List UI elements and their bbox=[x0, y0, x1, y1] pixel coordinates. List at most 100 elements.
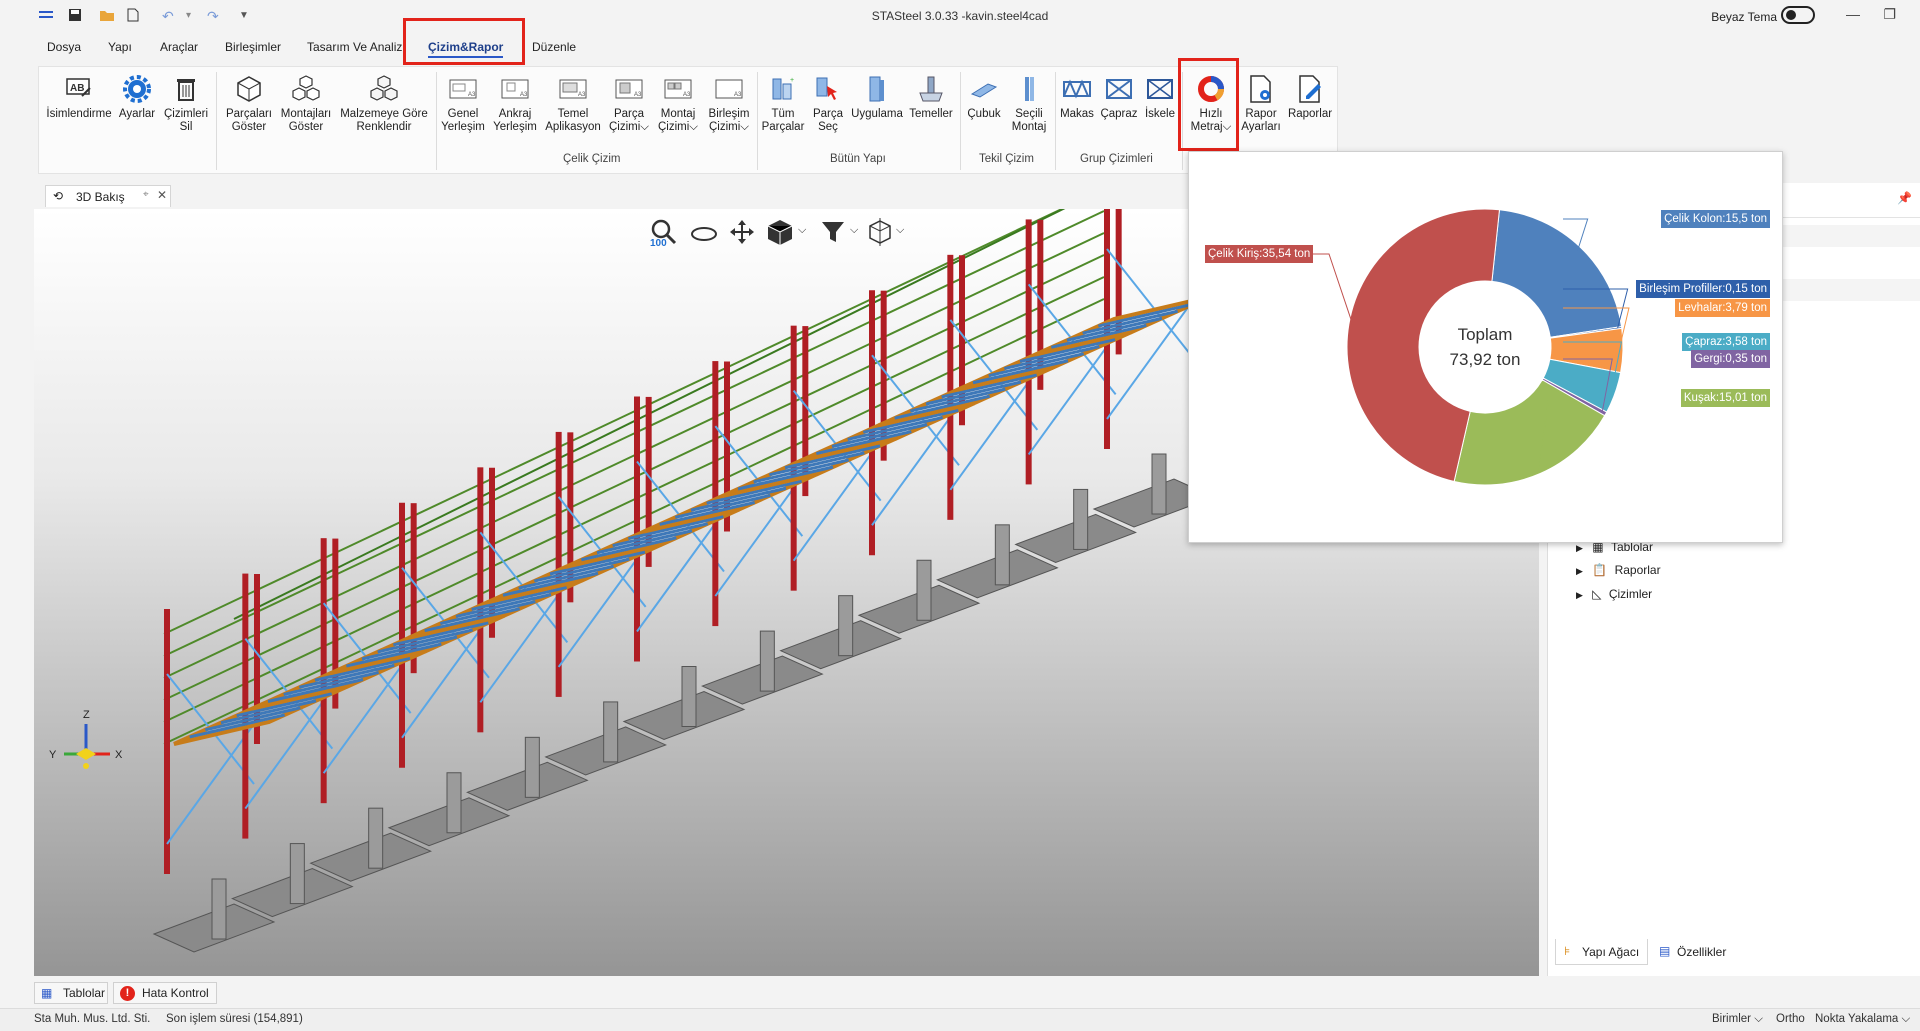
tree-item-raporlar[interactable]: ▶ 📋 Raporlar bbox=[1576, 563, 1661, 577]
expand-arrow-icon[interactable]: ▶ bbox=[1576, 543, 1583, 553]
filter-dropdown-icon[interactable]: ⌵ bbox=[850, 224, 858, 237]
svg-text:A3: A3 bbox=[578, 92, 586, 98]
tab-3d-view-label: 3D Bakış bbox=[76, 190, 125, 204]
expand-arrow-icon[interactable]: ▶ bbox=[1576, 590, 1583, 600]
steel-column bbox=[242, 573, 249, 839]
toggle-knob bbox=[1786, 10, 1796, 20]
application-icon bbox=[869, 76, 884, 102]
view-cube-icon[interactable] bbox=[765, 218, 795, 249]
naming-icon: AB bbox=[66, 78, 91, 97]
group-label-tekil-cizim: Tekil Çizim bbox=[979, 153, 1034, 165]
clip-box-icon[interactable] bbox=[866, 218, 894, 249]
tab-3d-view[interactable]: ⟲ 3D Bakış ⌖ ✕ bbox=[45, 185, 171, 207]
tab-label: Yapı Ağacı bbox=[1582, 945, 1640, 959]
slice-label: Levhalar:3,79 ton bbox=[1675, 299, 1770, 317]
uygulama-button[interactable]: Uygulama bbox=[849, 74, 905, 121]
menu-tab-tasarim[interactable]: Tasarım Ve Analiz bbox=[307, 40, 402, 54]
close-tab-icon[interactable]: ✕ bbox=[157, 188, 167, 202]
temeller-button[interactable]: Temeller bbox=[906, 74, 956, 121]
menu-tab-dosya[interactable]: Dosya bbox=[47, 40, 81, 54]
menu-tab-birlesimler[interactable]: Birleşimler bbox=[225, 40, 281, 54]
isimlendirme-button[interactable]: AB İsimlendirme bbox=[44, 74, 114, 121]
theme-toggle[interactable] bbox=[1781, 6, 1815, 24]
slice-label: Birleşim Profiller:0,15 ton bbox=[1636, 280, 1770, 298]
temel-aplikasyon-button[interactable]: A3 Temel Aplikasyon bbox=[543, 74, 603, 134]
group-label-celik-cizim: Çelik Çizim bbox=[563, 153, 621, 165]
snap-toggle[interactable]: Nokta Yakalama ⌵ bbox=[1815, 1013, 1910, 1026]
cube-icon bbox=[237, 76, 261, 102]
tum-parcalar-button[interactable]: + Tüm Parçalar bbox=[760, 74, 806, 134]
minimize-button[interactable]: — bbox=[1846, 6, 1860, 22]
axis-x-label: X bbox=[115, 749, 123, 761]
raporlar-button[interactable]: Raporlar bbox=[1286, 74, 1334, 121]
clip-dropdown-icon[interactable]: ⌵ bbox=[896, 224, 904, 237]
foundation-sheet-icon: A3 bbox=[559, 79, 587, 99]
ribbon-separator bbox=[216, 72, 217, 170]
assembly-sheet-icon: A3 bbox=[664, 79, 692, 99]
pin-tab-icon[interactable]: ⌖ bbox=[143, 189, 149, 200]
rapor-ayarlari-button[interactable]: Rapor Ayarları bbox=[1238, 74, 1284, 134]
menu-tab-yapi[interactable]: Yapı bbox=[108, 40, 132, 54]
concrete-pier bbox=[1073, 488, 1089, 550]
steel-column bbox=[164, 609, 170, 874]
ayarlar-button[interactable]: Ayarlar bbox=[117, 74, 157, 121]
makas-button[interactable]: Makas bbox=[1058, 74, 1096, 121]
tab-label: Tablolar bbox=[63, 986, 106, 1000]
group-label-butun-yapi: Bütün Yapı bbox=[830, 153, 886, 165]
expand-arrow-icon[interactable]: ▶ bbox=[1576, 566, 1583, 576]
concrete-pier bbox=[603, 701, 619, 763]
montajlari-goster-button[interactable]: Montajları Göster bbox=[278, 74, 334, 134]
filter-icon[interactable] bbox=[820, 218, 846, 249]
slice-label: Çapraz:3,58 ton bbox=[1682, 333, 1770, 351]
table-icon: ▦ bbox=[41, 986, 53, 1000]
pin-panel-icon[interactable]: 📌 bbox=[1897, 191, 1912, 205]
svg-text:+: + bbox=[790, 77, 794, 84]
concrete-pier bbox=[446, 772, 462, 834]
capraz-button[interactable]: Çapraz bbox=[1098, 74, 1140, 121]
secili-montaj-button[interactable]: Seçili Montaj bbox=[1006, 74, 1052, 134]
tab-ozellikler[interactable]: ▤ Özellikler bbox=[1655, 939, 1755, 965]
montaj-cizimi-button[interactable]: A3 Montaj Çizimi⌵ bbox=[655, 74, 701, 134]
view-cube-dropdown-icon[interactable]: ⌵ bbox=[798, 224, 806, 237]
parcalari-goster-button[interactable]: Parçaları Göster bbox=[222, 74, 276, 134]
steel-column bbox=[634, 396, 640, 662]
chevron-down-icon: ⌵ bbox=[1901, 1013, 1911, 1025]
color-cubes-icon bbox=[370, 75, 398, 101]
chart-center-text: Toplam 73,92 ton bbox=[1405, 322, 1565, 372]
cizimleri-sil-button[interactable]: Çizimleri Sil bbox=[161, 74, 211, 134]
svg-text:A3: A3 bbox=[683, 92, 691, 98]
axis-gizmo bbox=[64, 724, 110, 769]
parca-cizimi-button[interactable]: A3 Parça Çizimi⌵ bbox=[606, 74, 652, 134]
cubuk-button[interactable]: Çubuk bbox=[964, 74, 1004, 121]
parca-sec-button[interactable]: Parça Seç bbox=[808, 74, 848, 134]
ortho-toggle[interactable]: Ortho bbox=[1776, 1013, 1805, 1025]
menu-tab-araclar[interactable]: Araçlar bbox=[160, 40, 198, 54]
menu-tab-duzenle[interactable]: Düzenle bbox=[532, 40, 576, 54]
iskele-button[interactable]: İskele bbox=[1141, 74, 1179, 121]
properties-icon: ▤ bbox=[1659, 944, 1671, 958]
birlesim-cizimi-button[interactable]: A3 Birleşim Çizimi⌵ bbox=[705, 74, 753, 134]
foundation-icon bbox=[919, 76, 943, 102]
anchor-sheet-icon: A3 bbox=[501, 79, 529, 99]
orbit-icon[interactable] bbox=[690, 224, 718, 247]
maximize-button[interactable]: ❐ bbox=[1883, 6, 1896, 23]
connection-sheet-icon: A3 bbox=[715, 79, 743, 99]
tree-item-cizimler[interactable]: ▶ ◺ Çizimler bbox=[1576, 587, 1652, 601]
units-dropdown[interactable]: Birimler ⌵ bbox=[1712, 1013, 1763, 1026]
ankraj-yerlesim-button[interactable]: A3 Ankraj Yerleşim bbox=[490, 74, 540, 134]
slice-label: Kuşak:15,01 ton bbox=[1680, 389, 1770, 407]
genel-yerlesim-button[interactable]: A3 Genel Yerleşim bbox=[440, 74, 486, 134]
reports-edit-icon bbox=[1299, 75, 1321, 103]
tab-yapi-agaci[interactable]: ⊧ Yapı Ağacı bbox=[1555, 939, 1648, 965]
pan-icon[interactable] bbox=[728, 218, 756, 249]
quick-quantity-popup: Toplam 73,92 ton Çelik Kolon:15,5 ton Bir… bbox=[1188, 151, 1783, 543]
axis-z-label: Z bbox=[83, 709, 90, 721]
theme-label: Beyaz Tema bbox=[1711, 10, 1777, 24]
malzemeye-gore-renklendir-button[interactable]: Malzemeye Göre Renklendir bbox=[336, 74, 432, 134]
tab-hata-kontrol[interactable]: ! Hata Kontrol bbox=[113, 982, 217, 1004]
all-parts-icon: + bbox=[772, 77, 794, 100]
tab-tablolar[interactable]: ▦ Tablolar bbox=[34, 982, 108, 1004]
error-icon: ! bbox=[120, 986, 135, 1001]
group-label-grup-cizimleri: Grup Çizimleri bbox=[1080, 153, 1153, 165]
zoom-level: 100 bbox=[650, 238, 667, 249]
